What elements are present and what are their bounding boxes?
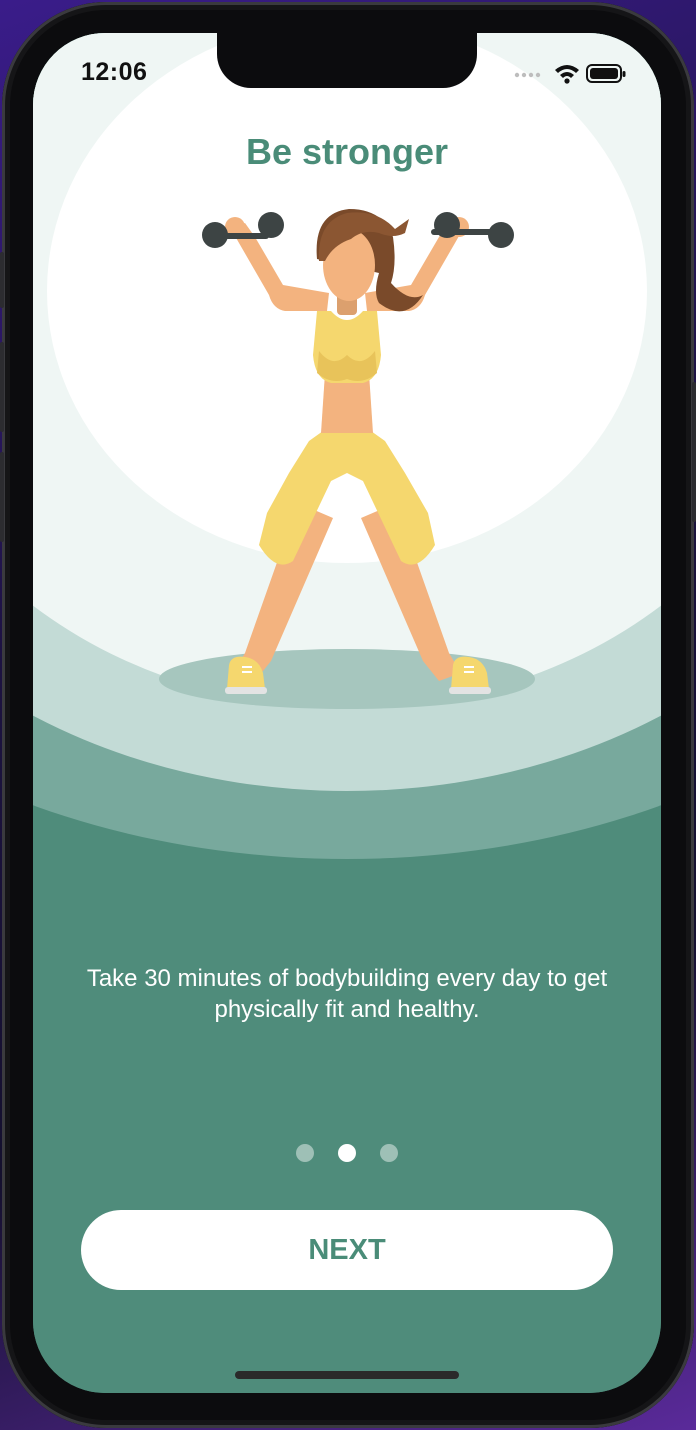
- home-indicator[interactable]: [235, 1371, 459, 1379]
- onboarding-description: Take 30 minutes of bodybuilding every da…: [86, 965, 608, 1023]
- app-screen: 12:06 Be stronger Take 30 minutes of bod…: [33, 33, 661, 1393]
- volume-down-button: [0, 452, 4, 542]
- woman-lifting-dumbbells-illustration: [202, 209, 514, 694]
- power-button: [692, 382, 696, 522]
- pagination-dots: [33, 1143, 661, 1163]
- volume-up-button: [0, 342, 4, 432]
- pagination-dot[interactable]: [380, 1144, 398, 1162]
- pagination-dot-active[interactable]: [338, 1144, 356, 1162]
- next-button[interactable]: NEXT: [81, 1210, 613, 1290]
- pagination-dot[interactable]: [296, 1144, 314, 1162]
- mute-switch: [0, 252, 4, 308]
